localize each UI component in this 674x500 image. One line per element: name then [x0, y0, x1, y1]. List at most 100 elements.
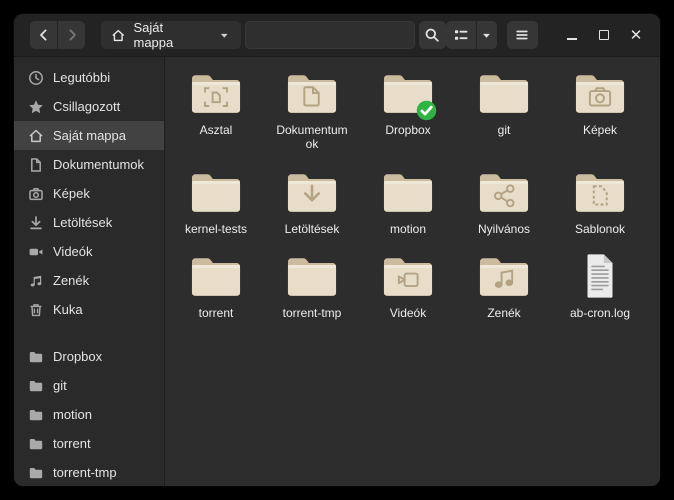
app-menu-button[interactable] — [506, 21, 538, 49]
file-item-asztal[interactable]: Asztal — [168, 66, 264, 152]
file-item-let-lt-sek[interactable]: Letöltések — [264, 165, 360, 236]
back-button[interactable] — [30, 21, 57, 49]
sidebar-item-git[interactable]: git — [14, 371, 164, 400]
sidebar-item-zen-k[interactable]: Zenék — [14, 266, 164, 295]
sidebar-item-motion[interactable]: motion — [14, 400, 164, 429]
hamburger-icon — [514, 27, 530, 43]
window-controls: ✕ — [552, 23, 648, 47]
video-icon — [28, 244, 44, 260]
file-item-vide-k[interactable]: Videók — [360, 249, 456, 320]
camera-icon — [28, 186, 44, 202]
magnifier-icon — [424, 27, 440, 43]
sidebar-item-torrent-tmp[interactable]: torrent-tmp — [14, 458, 164, 486]
minimize-icon — [567, 38, 577, 40]
folder-icon — [28, 407, 44, 423]
folder-icon — [28, 465, 44, 481]
file-item-label: Zenék — [487, 306, 521, 321]
file-item-label: Képek — [582, 123, 618, 137]
file-item-label: ab-cron.log — [569, 306, 631, 321]
file-item-motion[interactable]: motion — [360, 165, 456, 236]
file-icon — [568, 251, 632, 301]
list-view-button[interactable] — [445, 21, 476, 49]
folder-icon — [280, 68, 344, 118]
history-nav-group — [30, 21, 85, 49]
folder-icon — [472, 251, 536, 301]
sidebar-item-label: motion — [53, 407, 93, 422]
folder-icon — [472, 68, 536, 118]
sidebar-list: Legutóbbi Csillagozott Saját mappa Dokument… — [14, 63, 164, 486]
sidebar-item-label: Saját mappa — [53, 128, 126, 143]
folder-icon — [184, 251, 248, 301]
folder-icon — [28, 378, 44, 394]
sidebar-section: Dropbox git motion torrent torrent-tmp — [14, 342, 164, 486]
file-item-label: Nyilvános — [477, 221, 531, 236]
file-item-nyilv-nos[interactable]: Nyilvános — [456, 165, 552, 236]
folder-icon — [568, 68, 632, 118]
sidebar-item-kuka[interactable]: Kuka — [14, 295, 164, 324]
file-item-dropbox[interactable]: Dropbox — [360, 66, 456, 152]
sidebar-section: Legutóbbi Csillagozott Saját mappa Dokument… — [14, 63, 164, 324]
file-item-k-pek[interactable]: Képek — [552, 66, 648, 152]
sidebar-item-label: git — [53, 378, 67, 393]
sidebar-item-label: Videók — [53, 244, 93, 259]
sync-ok-badge-icon — [416, 100, 437, 121]
home-icon — [111, 28, 126, 43]
folder-icon — [28, 349, 44, 365]
file-item-label: Letöltések — [284, 221, 340, 236]
folder-icon — [376, 68, 440, 118]
folder-icon — [184, 68, 248, 118]
file-item-sablonok[interactable]: Sablonok — [552, 165, 648, 236]
sidebar-item-label: Csillagozott — [53, 99, 121, 114]
sidebar-item-csillagozott[interactable]: Csillagozott — [14, 92, 164, 121]
back-arrow-icon — [36, 27, 52, 43]
sidebar-item-dokumentumok[interactable]: Dokumentumok — [14, 150, 164, 179]
file-item-torrent-tmp[interactable]: torrent-tmp — [264, 249, 360, 320]
file-item-dokumentumok[interactable]: Dokumentumok — [264, 66, 360, 152]
file-grid: Asztal Dokumentumok Dropbox git Képek kernel-… — [168, 66, 660, 334]
file-item-label: git — [497, 123, 511, 137]
view-options-dropdown-button[interactable] — [476, 21, 497, 49]
current-location-button[interactable]: Saját mappa — [101, 20, 241, 50]
sidebar: Legutóbbi Csillagozott Saját mappa Dokument… — [14, 57, 165, 486]
forward-button[interactable] — [58, 21, 85, 49]
sidebar-item-saj-t-mappa[interactable]: Saját mappa — [14, 121, 164, 150]
sidebar-item-label: torrent — [53, 436, 91, 451]
sidebar-item-legut-bbi[interactable]: Legutóbbi — [14, 63, 164, 92]
file-item-label: Sablonok — [574, 221, 626, 236]
file-item-label: Asztal — [199, 123, 233, 137]
sidebar-item-let-lt-sek[interactable]: Letöltések — [14, 208, 164, 237]
music-icon — [28, 273, 44, 289]
file-item-ab-cron-log[interactable]: ab-cron.log — [552, 249, 648, 320]
download-icon — [28, 215, 44, 231]
headerbar: Saját mappa ✕ — [14, 14, 660, 57]
sidebar-item-label: Legutóbbi — [53, 70, 111, 85]
maximize-button[interactable] — [592, 23, 616, 47]
star-icon — [28, 99, 44, 115]
file-item-git[interactable]: git — [456, 66, 552, 152]
file-item-label: Dokumentumok — [276, 123, 348, 152]
folder-icon — [568, 167, 632, 217]
sidebar-item-label: torrent-tmp — [53, 465, 117, 480]
location-entry[interactable] — [244, 21, 415, 49]
folder-icon — [184, 167, 248, 217]
file-item-label: Dropbox — [385, 123, 431, 137]
file-item-label: torrent-tmp — [282, 306, 342, 321]
file-item-label: torrent — [198, 306, 234, 321]
sidebar-item-k-pek[interactable]: Képek — [14, 179, 164, 208]
close-button[interactable]: ✕ — [624, 23, 648, 47]
file-item-kernel-tests[interactable]: kernel-tests — [168, 165, 264, 236]
clock-icon — [28, 70, 44, 86]
sidebar-item-torrent[interactable]: torrent — [14, 429, 164, 458]
folder-icon — [280, 167, 344, 217]
minimize-button[interactable] — [560, 23, 584, 47]
file-item-torrent[interactable]: torrent — [168, 249, 264, 320]
sidebar-item-dropbox[interactable]: Dropbox — [14, 342, 164, 371]
file-item-zen-k[interactable]: Zenék — [456, 249, 552, 320]
sidebar-item-label: Dropbox — [53, 349, 103, 364]
search-button[interactable] — [418, 21, 446, 49]
sidebar-item-vide-k[interactable]: Videók — [14, 237, 164, 266]
window-body: Legutóbbi Csillagozott Saját mappa Dokument… — [14, 57, 660, 486]
view-toggle-group — [445, 21, 497, 49]
folder-icon — [472, 167, 536, 217]
trash-icon — [28, 302, 44, 318]
